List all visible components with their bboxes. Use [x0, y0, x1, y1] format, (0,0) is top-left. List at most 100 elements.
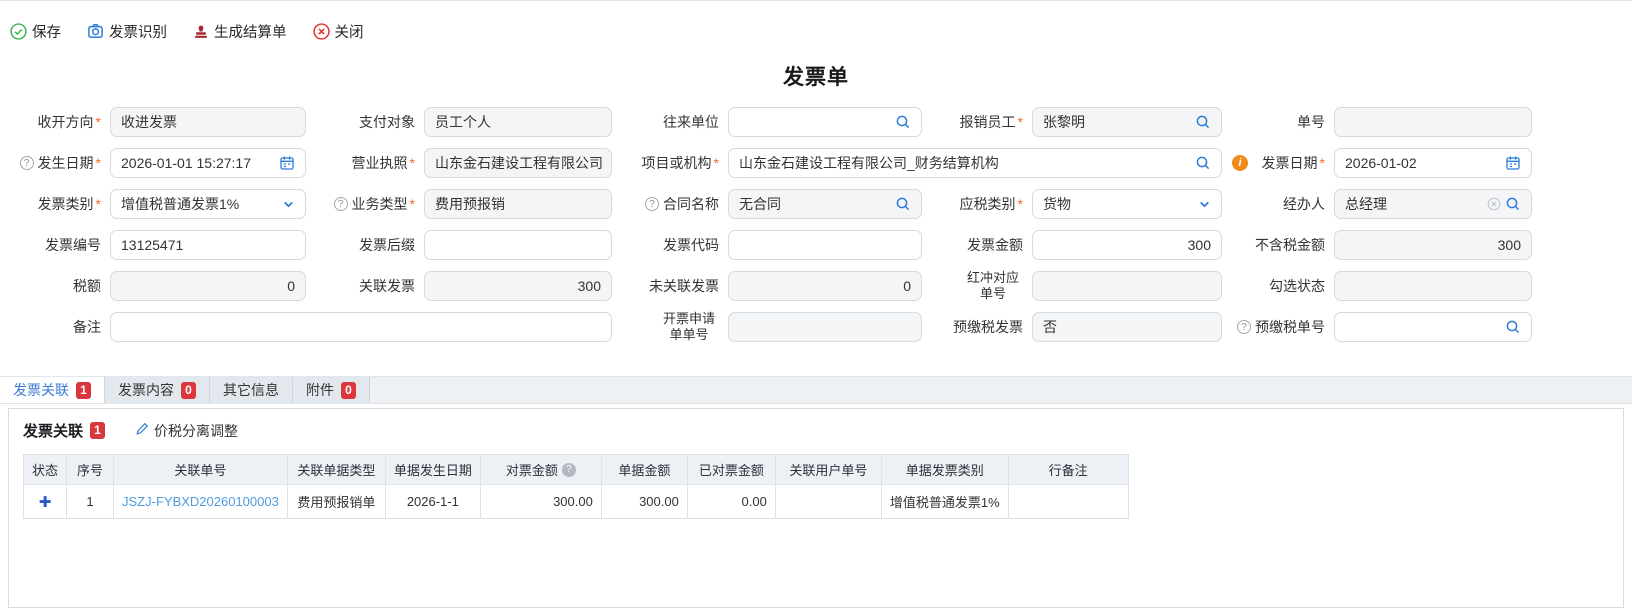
invoice-recognition-button[interactable]: 发票识别 [87, 21, 167, 42]
close-label: 关闭 [335, 21, 364, 42]
tab-strip: 发票关联1 发票内容0 其它信息 附件0 [0, 376, 1632, 404]
search-icon[interactable] [1195, 114, 1211, 130]
col-matched-amount: 对票金额? [480, 455, 601, 485]
page-title: 发票单 [0, 61, 1632, 91]
check-circle-icon [10, 23, 27, 40]
tax-category-select[interactable]: 货物 [1032, 189, 1222, 219]
close-button[interactable]: 关闭 [313, 21, 364, 42]
amount-label: 发票金额 [922, 230, 1032, 260]
panel-badge: 1 [90, 422, 105, 439]
col-link-no: 关联单号 [114, 455, 288, 485]
add-row-icon[interactable]: ✚ [39, 494, 52, 511]
biz-type-label: ?业务类型* [306, 189, 424, 219]
tab-badge: 1 [76, 382, 91, 399]
col-status: 状态 [24, 455, 67, 485]
project-field[interactable]: 山东金石建设工程有限公司_财务结算机构 [728, 148, 1222, 178]
table-row: ✚ 1 JSZJ-FYBXD20260100003 费用预报销单 2026-1-… [24, 485, 1129, 519]
employee-field[interactable]: 张黎明 [1032, 107, 1222, 137]
project-field-wrap: 山东金石建设工程有限公司_财务结算机构 i [728, 148, 1222, 178]
help-icon: ? [334, 197, 348, 211]
biz-type-field[interactable]: 费用预报销 [424, 189, 612, 219]
doc-no-field[interactable] [1334, 107, 1532, 137]
row-doc-date-cell: 2026-1-1 [385, 485, 480, 519]
red-reverse-field[interactable] [1032, 271, 1222, 301]
linked-field[interactable]: 300 [424, 271, 612, 301]
help-icon: ? [562, 463, 576, 477]
tab-attachments[interactable]: 附件0 [293, 377, 370, 403]
col-user-doc-no: 关联用户单号 [775, 455, 881, 485]
search-icon[interactable] [1505, 196, 1521, 212]
calendar-icon[interactable] [1505, 155, 1521, 171]
tab-other-info[interactable]: 其它信息 [210, 377, 293, 403]
stamp-icon [193, 24, 209, 40]
panel-title: 发票关联 [23, 420, 83, 441]
remark-field[interactable] [110, 312, 612, 342]
help-icon: ? [20, 156, 34, 170]
generate-settlement-label: 生成结算单 [214, 21, 287, 42]
remark-label: 备注 [8, 312, 110, 342]
linked-docs-table: 状态 序号 关联单号 关联单据类型 单据发生日期 对票金额? 单据金额 已对票金… [23, 454, 1129, 519]
col-matched-done: 已对票金额 [687, 455, 775, 485]
direction-label: 收开方向* [8, 107, 110, 137]
row-invoice-category-cell: 增值税普通发票1% [881, 485, 1008, 519]
handler-label: 经办人 [1222, 189, 1334, 219]
col-invoice-category: 单据发票类别 [881, 455, 1008, 485]
billing-req-label: 开票申请单单号 [612, 312, 728, 342]
prepaid-no-label: ?预缴税单号 [1222, 312, 1334, 342]
prepaid-invoice-label: 预缴税发票 [922, 312, 1032, 342]
invoice-form: 收开方向* 收进发票 支付对象 员工个人 往来单位 报销员工* 张黎明 单号 ?… [8, 107, 1532, 342]
camera-icon [87, 23, 104, 40]
amount-field[interactable]: 300 [1032, 230, 1222, 260]
handler-field[interactable]: 总经理 [1334, 189, 1532, 219]
doc-link[interactable]: JSZJ-FYBXD20260100003 [122, 494, 279, 509]
direction-field[interactable]: 收进发票 [110, 107, 306, 137]
code-field[interactable] [728, 230, 922, 260]
clear-icon[interactable] [1487, 197, 1501, 211]
counterparty-field[interactable] [728, 107, 922, 137]
col-doc-amount: 单据金额 [601, 455, 687, 485]
suffix-field[interactable] [424, 230, 612, 260]
invoice-no-field[interactable]: 13125471 [110, 230, 306, 260]
category-select[interactable]: 增值税普通发票1% [110, 189, 306, 219]
invoice-recognition-label: 发票识别 [109, 21, 167, 42]
search-icon[interactable] [895, 114, 911, 130]
tax-label: 税额 [8, 271, 110, 301]
generate-settlement-button[interactable]: 生成结算单 [193, 21, 287, 42]
contract-field[interactable]: 无合同 [728, 189, 922, 219]
col-doc-date: 单据发生日期 [385, 455, 480, 485]
pay-target-field[interactable]: 员工个人 [424, 107, 612, 137]
code-label: 发票代码 [612, 230, 728, 260]
search-icon[interactable] [1505, 319, 1521, 335]
row-doc-type-cell: 费用预报销单 [287, 485, 385, 519]
tab-invoice-content[interactable]: 发票内容0 [105, 377, 210, 403]
excl-tax-field[interactable]: 300 [1334, 230, 1532, 260]
chevron-down-icon[interactable] [1198, 198, 1211, 211]
billing-req-field[interactable] [728, 312, 922, 342]
calendar-icon[interactable] [279, 155, 295, 171]
license-field[interactable]: 山东金石建设工程有限公司 [424, 148, 612, 178]
search-icon[interactable] [895, 196, 911, 212]
invoice-date-field[interactable]: 2026-01-02 [1334, 148, 1532, 178]
project-label: 项目或机构* [612, 148, 728, 178]
tax-category-label: 应税类别* [922, 189, 1032, 219]
check-status-field[interactable] [1334, 271, 1532, 301]
chevron-down-icon[interactable] [282, 198, 295, 211]
tab-invoice-link[interactable]: 发票关联1 [0, 377, 105, 403]
prepaid-no-field[interactable] [1334, 312, 1532, 342]
linked-label: 关联发票 [306, 271, 424, 301]
pencil-icon [135, 422, 149, 439]
table-header-row: 状态 序号 关联单号 关联单据类型 单据发生日期 对票金额? 单据金额 已对票金… [24, 455, 1129, 485]
tab-badge: 0 [181, 382, 196, 399]
save-button[interactable]: 保存 [10, 21, 61, 42]
price-tax-adjust-button[interactable]: 价税分离调整 [135, 421, 238, 441]
info-icon: i [1232, 155, 1248, 171]
prepaid-invoice-field[interactable]: 否 [1032, 312, 1222, 342]
col-seq: 序号 [67, 455, 114, 485]
unlinked-label: 未关联发票 [612, 271, 728, 301]
tax-field[interactable]: 0 [110, 271, 306, 301]
unlinked-field[interactable]: 0 [728, 271, 922, 301]
occur-date-field[interactable]: 2026-01-01 15:27:17 [110, 148, 306, 178]
row-status-cell: ✚ [24, 485, 67, 519]
category-label: 发票类别* [8, 189, 110, 219]
search-icon[interactable] [1195, 155, 1211, 171]
